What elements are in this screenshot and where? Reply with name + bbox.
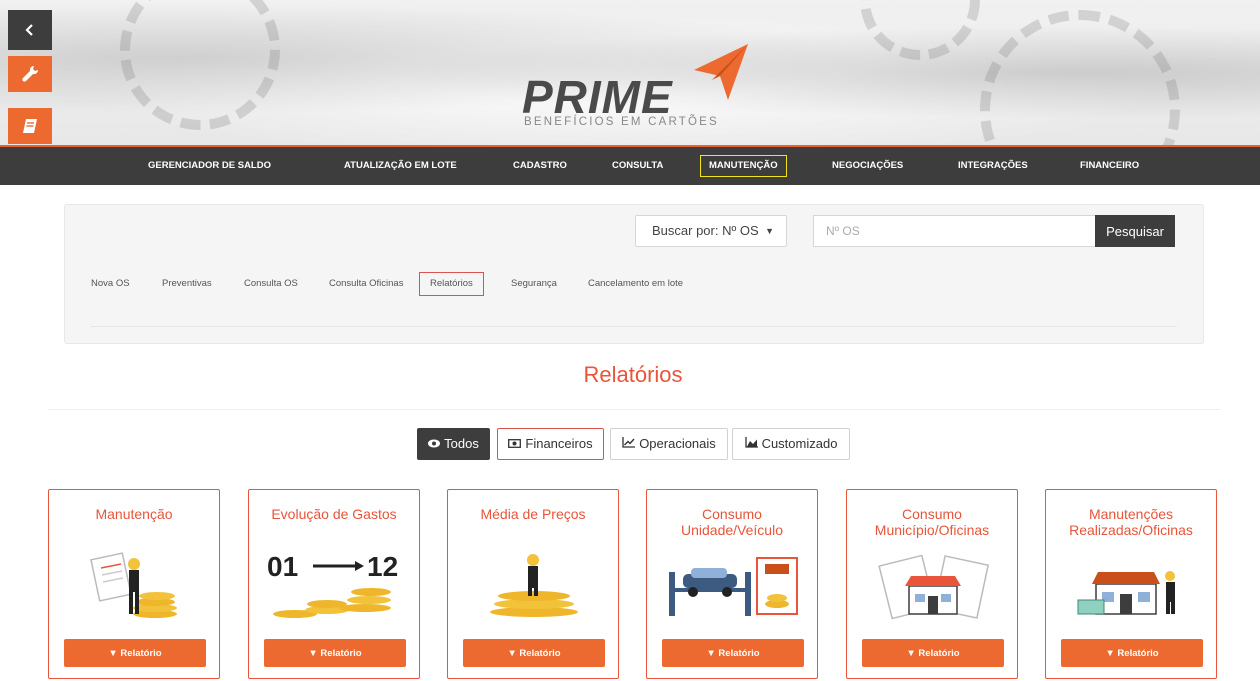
logo-tagline: BENEFÍCIOS EM CARTÕES: [524, 116, 719, 128]
filter-operacionais-button[interactable]: Operacionais: [610, 428, 728, 460]
gear-background-icon: [860, 0, 980, 60]
gear-background-icon: [980, 10, 1180, 145]
area-chart-icon: [744, 430, 758, 460]
subnav-item-cancelamento-em-lote[interactable]: Cancelamento em lote: [578, 272, 693, 296]
report-button-manutencoes-realizadas-oficinas[interactable]: ▼ Relatório: [1061, 639, 1203, 667]
maintenance-shortcut-button[interactable]: [8, 56, 52, 92]
filter-icon: ▼: [1105, 647, 1118, 659]
prime-logo[interactable]: PRIME BENEFÍCIOS EM CARTÕES: [522, 44, 762, 134]
panel-divider: [91, 326, 1177, 327]
card-title: Média de Preços: [480, 506, 586, 522]
report-button-consumo-unidade-veiculo[interactable]: ▼ Relatório: [662, 639, 804, 667]
filter-customizado-button[interactable]: Customizado: [732, 428, 850, 460]
nav-item-manutencao[interactable]: MANUTENÇÃO: [700, 155, 787, 177]
filter-icon: ▼: [706, 647, 719, 659]
filter-icon: ▼: [308, 647, 321, 659]
vehicle-lift-illustration: [669, 557, 798, 616]
page-title: Relatórios: [583, 362, 683, 387]
report-card-manutencao: Manutenção ▼ Relatório: [48, 489, 220, 679]
report-card-media-de-precos: Média de Preços ▼ Relatório: [447, 489, 619, 679]
main-navigation: GERENCIADOR DE SALDO ATUALIZAÇÃO EM LOTE…: [0, 145, 1260, 185]
money-icon: [508, 430, 522, 460]
nav-item-consulta[interactable]: CONSULTA: [604, 155, 671, 177]
report-button-evolucao-de-gastos[interactable]: ▼ Relatório: [264, 639, 406, 667]
nav-item-integracoes[interactable]: INTEGRAÇÕES: [950, 155, 1036, 177]
filter-financeiros-button[interactable]: Financeiros: [497, 428, 604, 460]
nav-item-atualizacao-em-lote[interactable]: ATUALIZAÇÃO EM LOTE: [336, 155, 465, 177]
report-card-evolucao-de-gastos: Evolução de Gastos 01 12 ▼ Relatório: [248, 489, 420, 679]
manual-shortcut-button[interactable]: [8, 108, 52, 144]
card-title: Evolução de Gastos: [271, 506, 397, 522]
card-title: Consumo Unidade/Veículo: [681, 506, 783, 538]
search-by-select[interactable]: Buscar por: Nº OS ▼: [635, 215, 787, 247]
maintenance-panel: Buscar por: Nº OS ▼ Pesquisar Nova OS Pr…: [64, 204, 1204, 344]
workshop-documents-illustration: [878, 554, 990, 620]
art-end-number: 12: [367, 551, 398, 582]
subnav-item-relatorios[interactable]: Relatórios: [419, 272, 484, 296]
filter-icon: ▼: [906, 647, 919, 659]
filter-icon: ▼: [507, 647, 520, 659]
search-button[interactable]: Pesquisar: [1095, 215, 1175, 247]
header-banner: PRIME BENEFÍCIOS EM CARTÕES: [0, 0, 1260, 145]
nav-item-gerenciador-de-saldo[interactable]: GERENCIADOR DE SALDO: [140, 155, 279, 177]
filter-todos-label: Todos: [444, 436, 479, 451]
paper-plane-icon: [694, 44, 748, 100]
card-title: Manutenções Realizadas/Oficinas: [1069, 506, 1193, 538]
caret-down-icon: ▼: [765, 226, 774, 236]
nav-item-negociacoes[interactable]: NEGOCIAÇÕES: [824, 155, 911, 177]
filter-icon: ▼: [108, 647, 121, 659]
filter-financeiros-label: Financeiros: [525, 436, 593, 451]
filter-todos-button[interactable]: Todos: [417, 428, 490, 460]
filter-operacionais-label: Operacionais: [639, 436, 716, 451]
subnav-item-consulta-os[interactable]: Consulta OS: [234, 272, 308, 296]
report-button-media-de-precos[interactable]: ▼ Relatório: [463, 639, 605, 667]
report-card-consumo-municipio-oficinas: Consumo Município/Oficinas ▼ Relatório: [846, 489, 1018, 679]
eye-icon: [428, 430, 441, 460]
chevron-left-icon: [25, 24, 33, 36]
os-number-input[interactable]: [813, 215, 1095, 247]
subnav-item-nova-os[interactable]: Nova OS: [81, 272, 140, 296]
card-title: Consumo Município/Oficinas: [874, 506, 990, 538]
collapse-sidebar-button[interactable]: [8, 10, 52, 50]
subnav-item-seguranca[interactable]: Segurança: [501, 272, 567, 296]
art-start-number: 01: [267, 551, 298, 582]
section-divider: [48, 409, 1220, 410]
filter-customizado-label: Customizado: [761, 436, 838, 451]
mechanic-clipboard-illustration: [90, 552, 177, 618]
wrench-icon: [22, 65, 39, 82]
average-prices-illustration: [490, 554, 578, 617]
search-by-value: Buscar por: Nº OS: [652, 223, 759, 238]
report-button-consumo-municipio-oficinas[interactable]: ▼ Relatório: [862, 639, 1004, 667]
subnav-item-preventivas[interactable]: Preventivas: [152, 272, 222, 296]
expense-evolution-illustration: 01 12: [267, 551, 398, 618]
line-chart-icon: [622, 430, 636, 460]
book-icon: [23, 119, 37, 133]
report-button-manutencao[interactable]: ▼ Relatório: [64, 639, 206, 667]
nav-item-financeiro[interactable]: FINANCEIRO: [1072, 155, 1147, 177]
workshop-payment-illustration: [1077, 571, 1175, 615]
card-title: Manutenção: [95, 506, 173, 522]
subnav-item-consulta-oficinas[interactable]: Consulta Oficinas: [319, 272, 413, 296]
report-card-manutencoes-realizadas-oficinas: Manutenções Realizadas/Oficinas ▼ Relató…: [1045, 489, 1217, 679]
nav-item-cadastro[interactable]: CADASTRO: [505, 155, 575, 177]
gear-background-icon: [120, 0, 280, 130]
report-card-consumo-unidade-veiculo: Consumo Unidade/Veículo ▼ Relatório: [646, 489, 818, 679]
